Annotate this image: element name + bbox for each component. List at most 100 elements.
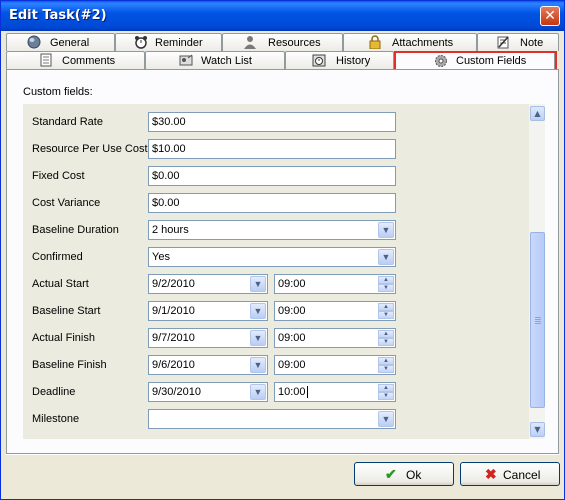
spin-down-icon[interactable]: ▼ bbox=[378, 392, 394, 400]
baseline-finish-date[interactable]: 9/6/2010 ▼ bbox=[148, 355, 268, 375]
vertical-scrollbar[interactable]: ▲ ▼ bbox=[528, 104, 545, 439]
spin-up-icon[interactable]: ▲ bbox=[378, 357, 394, 365]
history-icon bbox=[312, 54, 326, 67]
spin-up-icon[interactable]: ▲ bbox=[378, 303, 394, 311]
chevron-down-icon[interactable]: ▼ bbox=[378, 411, 394, 427]
check-icon: ✔ bbox=[385, 466, 397, 482]
standard-rate-field[interactable]: $30.00 bbox=[148, 112, 396, 132]
fixed-cost-field[interactable]: $0.00 bbox=[148, 166, 396, 186]
deadline-time[interactable]: 10:00 ▲ ▼ bbox=[274, 382, 396, 402]
actual-start-label: Actual Start bbox=[32, 278, 89, 290]
actual-finish-time[interactable]: 09:00 ▲ ▼ bbox=[274, 328, 396, 348]
tab-note-label: Note bbox=[520, 37, 544, 49]
chevron-down-icon[interactable]: ▼ bbox=[250, 384, 266, 400]
chevron-down-icon[interactable]: ▼ bbox=[250, 276, 266, 292]
milestone-select[interactable]: ▼ bbox=[148, 409, 396, 429]
baseline-start-time[interactable]: 09:00 ▲ ▼ bbox=[274, 301, 396, 321]
tab-note[interactable]: Note bbox=[477, 33, 559, 51]
cost-variance-label: Cost Variance bbox=[32, 197, 101, 209]
tab-resources-label: Resources bbox=[268, 37, 321, 49]
tab-attachments-label: Attachments bbox=[392, 37, 454, 49]
baseline-start-date-value: 9/1/2010 bbox=[152, 305, 195, 317]
time-spinner[interactable]: ▲ ▼ bbox=[378, 330, 394, 346]
baseline-duration-select[interactable]: 2 hours ▼ bbox=[148, 220, 396, 240]
window-title: Edit Task(#2) bbox=[9, 8, 107, 23]
spin-up-icon[interactable]: ▲ bbox=[378, 384, 394, 392]
cancel-button[interactable]: ✖ Cancel bbox=[460, 462, 560, 486]
spin-down-icon[interactable]: ▼ bbox=[378, 284, 394, 292]
scrollbar-thumb[interactable] bbox=[530, 232, 545, 408]
tab-reminder-label: Reminder bbox=[155, 37, 203, 49]
time-spinner[interactable]: ▲ ▼ bbox=[378, 276, 394, 292]
baseline-finish-date-value: 9/6/2010 bbox=[152, 359, 195, 371]
fixed-cost-value: $0.00 bbox=[152, 170, 180, 182]
baseline-finish-label: Baseline Finish bbox=[32, 359, 107, 371]
baseline-duration-label: Baseline Duration bbox=[32, 224, 119, 236]
tab-history-label: History bbox=[336, 55, 371, 67]
comments-icon bbox=[40, 53, 52, 67]
tab-comments-label: Comments bbox=[62, 55, 116, 67]
actual-start-time-value: 09:00 bbox=[278, 278, 306, 290]
resource-per-use-cost-field[interactable]: $10.00 bbox=[148, 139, 396, 159]
spin-up-icon[interactable]: ▲ bbox=[378, 276, 394, 284]
spin-down-icon[interactable]: ▼ bbox=[378, 311, 394, 319]
resource-per-use-cost-value: $10.00 bbox=[152, 143, 186, 155]
grip-line bbox=[535, 323, 541, 324]
deadline-date[interactable]: 9/30/2010 ▼ bbox=[148, 382, 268, 402]
close-icon: ✕ bbox=[544, 8, 556, 24]
chevron-down-icon[interactable]: ▼ bbox=[378, 249, 394, 265]
actual-start-date-value: 9/2/2010 bbox=[152, 278, 195, 290]
user-icon bbox=[244, 36, 256, 49]
tab-history[interactable]: History bbox=[285, 51, 394, 69]
deadline-time-value: 10:00 bbox=[278, 386, 306, 398]
custom-fields-label: Custom fields: bbox=[23, 86, 93, 98]
text-caret bbox=[306, 386, 308, 399]
tab-general-label: General bbox=[50, 37, 90, 49]
baseline-duration-value: 2 hours bbox=[152, 224, 189, 236]
tab-general[interactable]: General bbox=[6, 33, 115, 51]
edit-task-window: Edit Task(#2) ✕ General Reminder Resourc… bbox=[0, 0, 565, 500]
actual-start-date[interactable]: 9/2/2010 ▼ bbox=[148, 274, 268, 294]
actual-start-time[interactable]: 09:00 ▲ ▼ bbox=[274, 274, 396, 294]
scroll-up-icon[interactable]: ▲ bbox=[530, 106, 545, 121]
baseline-start-date[interactable]: 9/1/2010 ▼ bbox=[148, 301, 268, 321]
spin-up-icon[interactable]: ▲ bbox=[378, 330, 394, 338]
chevron-down-icon[interactable]: ▼ bbox=[250, 357, 266, 373]
close-button[interactable]: ✕ bbox=[540, 6, 560, 26]
lock-icon bbox=[369, 35, 381, 49]
time-spinner[interactable]: ▲ ▼ bbox=[378, 357, 394, 373]
actual-finish-label: Actual Finish bbox=[32, 332, 95, 344]
time-spinner[interactable]: ▲ ▼ bbox=[378, 384, 394, 400]
spin-down-icon[interactable]: ▼ bbox=[378, 338, 394, 346]
spin-down-icon[interactable]: ▼ bbox=[378, 365, 394, 373]
cost-variance-field[interactable]: $0.00 bbox=[148, 193, 396, 213]
time-spinner[interactable]: ▲ ▼ bbox=[378, 303, 394, 319]
ok-button-label: Ok bbox=[406, 468, 422, 482]
fixed-cost-label: Fixed Cost bbox=[32, 170, 85, 182]
tab-comments[interactable]: Comments bbox=[6, 51, 145, 69]
resource-per-use-cost-label: Resource Per Use Cost bbox=[32, 143, 148, 155]
baseline-finish-time-value: 09:00 bbox=[278, 359, 306, 371]
chevron-down-icon[interactable]: ▼ bbox=[250, 330, 266, 346]
actual-finish-date[interactable]: 9/7/2010 ▼ bbox=[148, 328, 268, 348]
ok-button[interactable]: ✔ Ok bbox=[354, 462, 454, 486]
grip-line bbox=[535, 317, 541, 318]
chevron-down-icon[interactable]: ▼ bbox=[250, 303, 266, 319]
baseline-start-time-value: 09:00 bbox=[278, 305, 306, 317]
actual-finish-time-value: 09:00 bbox=[278, 332, 306, 344]
tab-watch-list[interactable]: Watch List bbox=[145, 51, 285, 69]
title-bar[interactable]: Edit Task(#2) ✕ bbox=[1, 1, 564, 31]
baseline-finish-time[interactable]: 09:00 ▲ ▼ bbox=[274, 355, 396, 375]
watch-list-icon bbox=[179, 54, 193, 66]
scroll-down-icon[interactable]: ▼ bbox=[530, 422, 545, 437]
tab-reminder[interactable]: Reminder bbox=[115, 33, 222, 51]
standard-rate-label: Standard Rate bbox=[32, 116, 103, 128]
confirmed-select[interactable]: Yes ▼ bbox=[148, 247, 396, 267]
standard-rate-value: $30.00 bbox=[152, 116, 186, 128]
tab-resources[interactable]: Resources bbox=[222, 33, 343, 51]
tab-attachments[interactable]: Attachments bbox=[343, 33, 477, 51]
deadline-label: Deadline bbox=[32, 386, 76, 398]
grip-line bbox=[535, 321, 541, 322]
chevron-down-icon[interactable]: ▼ bbox=[378, 222, 394, 238]
milestone-label: Milestone bbox=[32, 413, 80, 425]
